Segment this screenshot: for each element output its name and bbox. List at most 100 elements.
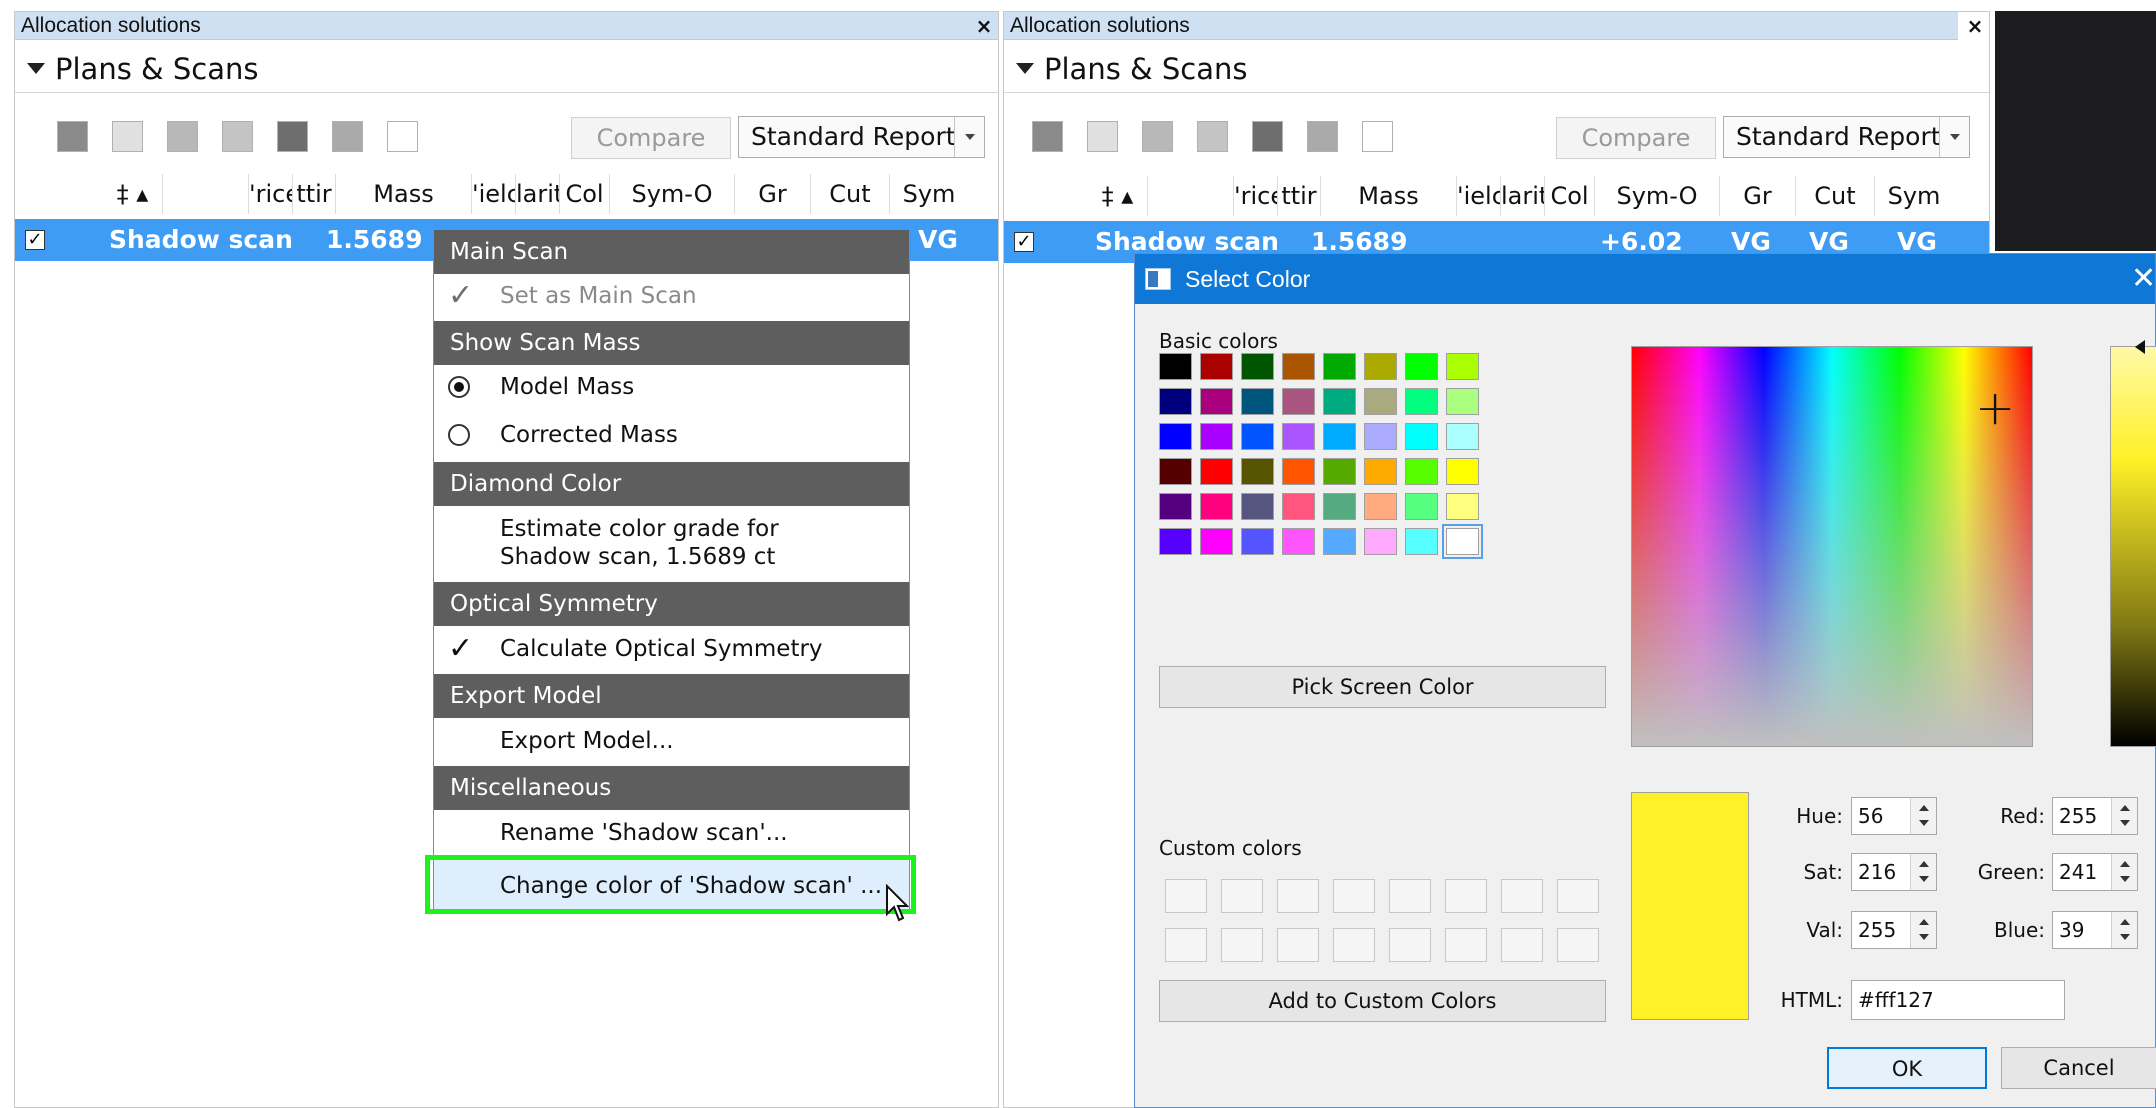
col-cutting[interactable]: ttir [1278, 176, 1321, 216]
val-spin-arrows-icon[interactable] [1910, 912, 1936, 948]
swatch-2[interactable] [112, 121, 143, 152]
basic-color-swatch[interactable] [1282, 458, 1315, 485]
custom-color-slot[interactable] [1445, 879, 1487, 913]
luminance-slider[interactable] [2110, 346, 2156, 747]
col-price[interactable]: 'rice [1234, 176, 1278, 216]
col-color[interactable]: Col [560, 174, 610, 214]
basic-color-swatch[interactable] [1159, 528, 1192, 555]
val-spinbox[interactable]: 255 [1851, 911, 1937, 949]
col-cut[interactable]: Cut [811, 174, 890, 214]
row-checkbox[interactable]: ✓ [1014, 232, 1034, 252]
basic-color-swatch[interactable] [1405, 528, 1438, 555]
swatch-2[interactable] [1087, 121, 1118, 152]
custom-color-slot[interactable] [1277, 928, 1319, 962]
col-blank[interactable] [1148, 176, 1234, 216]
swatch-1[interactable] [57, 121, 88, 152]
basic-color-swatch[interactable] [1323, 423, 1356, 450]
swatch-4[interactable] [222, 121, 253, 152]
pick-screen-color-button[interactable]: Pick Screen Color [1159, 666, 1606, 708]
basic-color-swatch[interactable] [1323, 353, 1356, 380]
custom-color-slot[interactable] [1389, 928, 1431, 962]
col-grade[interactable]: Gr [735, 174, 811, 214]
swatch-1[interactable] [1032, 121, 1063, 152]
estimate-color-item[interactable]: Estimate color grade for Shadow scan, 1.… [434, 506, 909, 580]
col-sort[interactable]: ‡ ▴ [103, 174, 163, 214]
basic-color-swatch[interactable] [1200, 353, 1233, 380]
basic-color-swatch[interactable] [1241, 493, 1274, 520]
col-blank[interactable] [163, 174, 249, 214]
custom-color-slot[interactable] [1333, 928, 1375, 962]
basic-color-swatch[interactable] [1159, 353, 1192, 380]
basic-color-swatch[interactable] [1159, 423, 1192, 450]
compare-button-right[interactable]: Compare [1556, 117, 1716, 159]
basic-color-swatch[interactable] [1241, 528, 1274, 555]
calc-optical-item[interactable]: ✓ Calculate Optical Symmetry [434, 627, 909, 671]
plans-scans-header[interactable]: Plans & Scans [15, 48, 998, 90]
plans-scans-header-right[interactable]: Plans & Scans [1004, 48, 1989, 90]
basic-color-swatch[interactable] [1282, 388, 1315, 415]
swatch-7[interactable] [1362, 121, 1393, 152]
col-cutting[interactable]: ttir [293, 174, 336, 214]
basic-color-swatch[interactable] [1241, 458, 1274, 485]
luminance-pointer-icon[interactable] [2135, 340, 2145, 354]
basic-color-swatch[interactable] [1405, 458, 1438, 485]
swatch-5[interactable] [1252, 121, 1283, 152]
standard-report-button-right[interactable]: Standard Report [1723, 116, 1970, 158]
add-custom-colors-button[interactable]: Add to Custom Colors [1159, 980, 1606, 1022]
custom-color-slot[interactable] [1165, 928, 1207, 962]
red-spin-arrows-icon[interactable] [2111, 798, 2137, 834]
swatch-3[interactable] [1142, 121, 1173, 152]
basic-color-swatch[interactable] [1159, 458, 1192, 485]
basic-color-swatch[interactable] [1446, 388, 1479, 415]
basic-color-swatch[interactable] [1200, 388, 1233, 415]
basic-color-swatch[interactable] [1446, 353, 1479, 380]
hue-spin-arrows-icon[interactable] [1910, 798, 1936, 834]
basic-color-swatch[interactable] [1323, 458, 1356, 485]
basic-color-swatch[interactable] [1446, 423, 1479, 450]
basic-color-swatch[interactable] [1323, 528, 1356, 555]
swatch-6[interactable] [332, 121, 363, 152]
col-sym[interactable]: Sym [1875, 176, 1953, 216]
html-color-input[interactable]: #fff127 [1851, 980, 2065, 1020]
report-dropdown-icon[interactable] [954, 117, 984, 157]
col-yield[interactable]: 'ielc [472, 174, 516, 214]
basic-color-swatch[interactable] [1241, 388, 1274, 415]
rename-item[interactable]: Rename 'Shadow scan'... [434, 811, 909, 855]
basic-color-swatch[interactable] [1405, 423, 1438, 450]
green-spinbox[interactable]: 241 [2052, 853, 2138, 891]
report-dropdown-icon[interactable] [1939, 117, 1969, 157]
swatch-6[interactable] [1307, 121, 1338, 152]
col-sym-o[interactable]: Sym-O [1595, 176, 1720, 216]
basic-color-swatch[interactable] [1442, 524, 1483, 559]
basic-color-swatch[interactable] [1200, 493, 1233, 520]
custom-color-slot[interactable] [1389, 879, 1431, 913]
basic-color-swatch[interactable] [1282, 493, 1315, 520]
basic-color-swatch[interactable] [1241, 353, 1274, 380]
blue-spinbox[interactable]: 39 [2052, 911, 2138, 949]
basic-color-swatch[interactable] [1282, 528, 1315, 555]
collapse-arrow-icon[interactable] [27, 63, 45, 74]
green-spin-arrows-icon[interactable] [2111, 854, 2137, 890]
blue-spin-arrows-icon[interactable] [2111, 912, 2137, 948]
corrected-mass-item[interactable]: Corrected Mass [434, 413, 909, 457]
basic-color-swatch[interactable] [1405, 353, 1438, 380]
basic-color-swatch[interactable] [1364, 423, 1397, 450]
row-checkbox[interactable]: ✓ [25, 230, 45, 250]
basic-color-swatch[interactable] [1159, 388, 1192, 415]
standard-report-button[interactable]: Standard Report [738, 116, 985, 158]
basic-color-swatch[interactable] [1364, 528, 1397, 555]
collapse-arrow-icon[interactable] [1016, 63, 1034, 74]
basic-color-swatch[interactable] [1323, 493, 1356, 520]
basic-color-swatch[interactable] [1405, 493, 1438, 520]
model-mass-item[interactable]: Model Mass [434, 365, 909, 409]
basic-color-swatch[interactable] [1446, 493, 1479, 520]
swatch-4[interactable] [1197, 121, 1228, 152]
basic-color-swatch[interactable] [1364, 458, 1397, 485]
col-sort[interactable]: ‡ ▴ [1088, 176, 1148, 216]
color-spectrum-picker[interactable] [1631, 346, 2033, 747]
basic-color-swatch[interactable] [1323, 388, 1356, 415]
sat-spin-arrows-icon[interactable] [1910, 854, 1936, 890]
col-sym[interactable]: Sym [890, 174, 968, 214]
custom-color-slot[interactable] [1165, 879, 1207, 913]
swatch-7[interactable] [387, 121, 418, 152]
